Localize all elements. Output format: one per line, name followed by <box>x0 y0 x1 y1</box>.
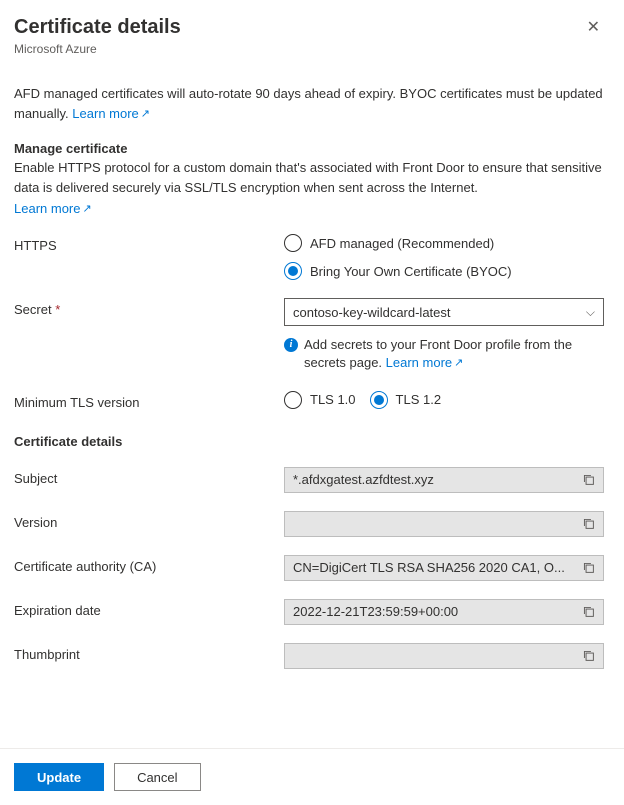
copy-icon <box>582 605 595 618</box>
version-field <box>284 511 604 537</box>
ca-field: CN=DigiCert TLS RSA SHA256 2020 CA1, O..… <box>284 555 604 581</box>
tls-10-radio[interactable]: TLS 1.0 <box>284 391 356 409</box>
panel-title: Certificate details <box>14 16 181 39</box>
expiration-label: Expiration date <box>14 599 284 618</box>
ca-value: CN=DigiCert TLS RSA SHA256 2020 CA1, O..… <box>293 560 565 575</box>
version-label: Version <box>14 511 284 530</box>
copy-button[interactable] <box>582 605 595 618</box>
manage-certificate-heading: Manage certificate <box>14 141 604 156</box>
secret-label: Secret * <box>14 298 284 317</box>
manage-certificate-desc: Enable HTTPS protocol for a custom domai… <box>14 158 604 197</box>
footer: Update Cancel <box>0 748 624 805</box>
radio-label: TLS 1.0 <box>310 392 356 407</box>
certificate-details-heading: Certificate details <box>14 434 604 449</box>
radio-label: AFD managed (Recommended) <box>310 236 494 251</box>
subject-value: *.afdxgatest.azfdtest.xyz <box>293 472 434 487</box>
thumbprint-label: Thumbprint <box>14 643 284 662</box>
https-afd-radio[interactable]: AFD managed (Recommended) <box>284 234 604 252</box>
cancel-button[interactable]: Cancel <box>114 763 200 791</box>
ca-label: Certificate authority (CA) <box>14 555 284 574</box>
manage-learn-more-link[interactable]: Learn more↗ <box>14 201 92 216</box>
copy-button[interactable] <box>582 649 595 662</box>
copy-icon <box>582 517 595 530</box>
external-link-icon: ↗ <box>82 202 91 215</box>
tls-12-radio[interactable]: TLS 1.2 <box>370 391 442 409</box>
close-button[interactable]: ✕ <box>583 16 604 40</box>
copy-button[interactable] <box>582 517 595 530</box>
radio-label: Bring Your Own Certificate (BYOC) <box>310 264 512 279</box>
intro-learn-more-link[interactable]: Learn more↗ <box>72 106 150 121</box>
subject-field: *.afdxgatest.azfdtest.xyz <box>284 467 604 493</box>
update-button[interactable]: Update <box>14 763 104 791</box>
external-link-icon: ↗ <box>454 356 463 371</box>
thumbprint-field <box>284 643 604 669</box>
copy-button[interactable] <box>582 561 595 574</box>
copy-icon <box>582 473 595 486</box>
expiration-value: 2022-12-21T23:59:59+00:00 <box>293 604 458 619</box>
radio-icon <box>284 234 302 252</box>
copy-button[interactable] <box>582 473 595 486</box>
chevron-down-icon: ⌵ <box>586 305 595 320</box>
https-label: HTTPS <box>14 234 284 253</box>
radio-icon <box>284 391 302 409</box>
secret-value: contoso-key-wildcard-latest <box>293 305 451 320</box>
secret-info-text: Add secrets to your Front Door profile f… <box>304 336 604 373</box>
copy-icon <box>582 561 595 574</box>
secret-dropdown[interactable]: contoso-key-wildcard-latest ⌵ <box>284 298 604 326</box>
radio-icon <box>370 391 388 409</box>
close-icon: ✕ <box>587 19 600 36</box>
external-link-icon: ↗ <box>141 106 150 123</box>
tls-label: Minimum TLS version <box>14 391 284 410</box>
copy-icon <box>582 649 595 662</box>
secret-learn-more-link[interactable]: Learn more↗ <box>386 355 464 370</box>
panel-subtitle: Microsoft Azure <box>14 42 604 56</box>
radio-label: TLS 1.2 <box>396 392 442 407</box>
intro-description: AFD managed certificates will auto-rotat… <box>14 84 604 123</box>
radio-icon <box>284 262 302 280</box>
subject-label: Subject <box>14 467 284 486</box>
https-byoc-radio[interactable]: Bring Your Own Certificate (BYOC) <box>284 262 604 280</box>
expiration-field: 2022-12-21T23:59:59+00:00 <box>284 599 604 625</box>
info-icon: i <box>284 338 298 352</box>
